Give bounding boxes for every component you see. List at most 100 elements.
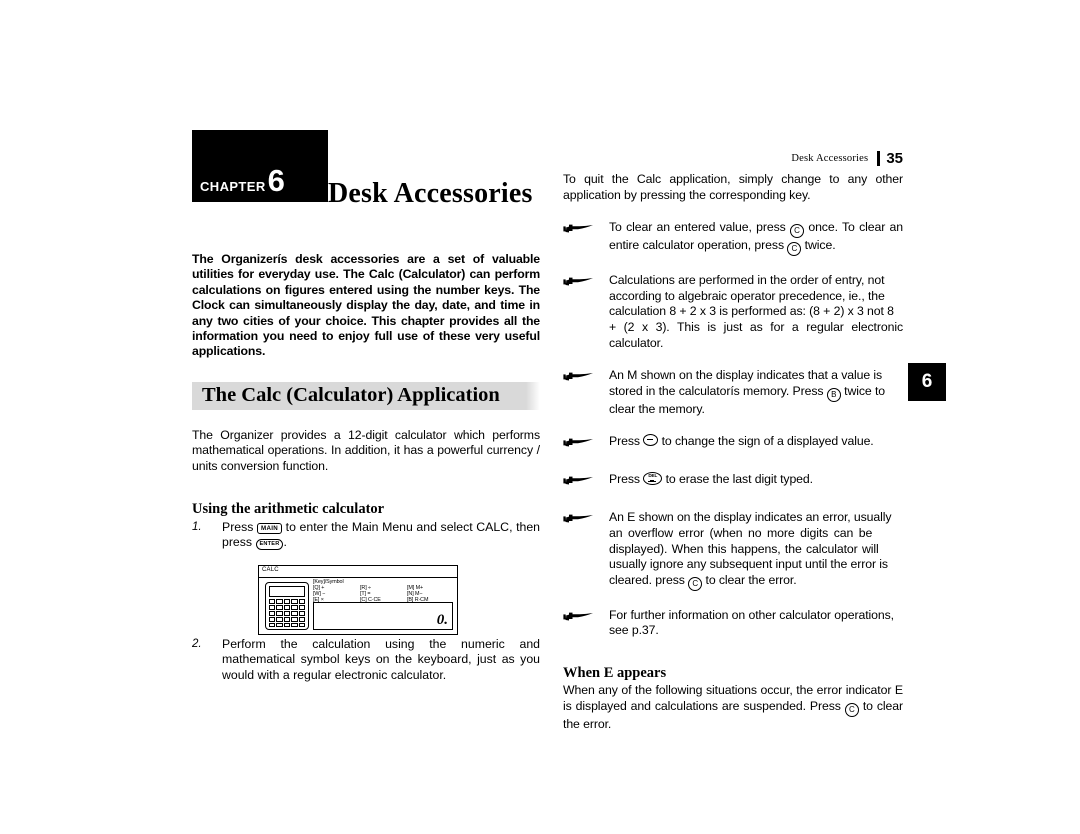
- step-item: 1. Press MAIN to enter the Main Menu and…: [192, 520, 540, 551]
- chapter-thumb-tab: 6: [908, 363, 946, 401]
- illustration-divider: [259, 576, 457, 578]
- step-text: Press MAIN to enter the Main Menu and se…: [222, 520, 540, 551]
- calc-key: [298, 616, 305, 622]
- step-number: 2.: [192, 637, 202, 650]
- calc-key: [291, 605, 298, 610]
- chapter-number: 6: [267, 163, 285, 198]
- bullet6-line: usually ignore any subsequent input unti…: [609, 557, 888, 572]
- calculator-icon: [265, 581, 309, 630]
- page-title: Desk Accessories: [328, 178, 533, 209]
- bullet4-part-b: to change the sign of a displayed value.: [661, 434, 874, 449]
- sub-heading-when-e-appears: When E appears: [563, 664, 667, 681]
- note-bullet: To clear an entered value, press C once.…: [563, 220, 903, 257]
- memory-key-icon: B: [826, 387, 841, 402]
- calculator-icon-keys: [269, 599, 305, 628]
- note-bullet: Calculations are performed in the order …: [563, 273, 903, 351]
- calc-key: [276, 622, 283, 628]
- bullet1-part-a: To clear an entered value, press: [609, 220, 786, 235]
- calc-key: [269, 610, 276, 616]
- delete-key-underline: [648, 481, 657, 483]
- calc-key: [283, 599, 291, 605]
- bullet2-line: according to algebraic operator preceden…: [609, 288, 885, 303]
- calc-key: [298, 622, 305, 628]
- quit-paragraph: To quit the Calc application, simply cha…: [563, 172, 903, 202]
- note-bullet: Press to change the sign of a displayed …: [563, 434, 903, 455]
- step-item: 2. Perform the calculation using the num…: [192, 637, 540, 684]
- calc-key: [291, 599, 298, 605]
- calc-key: [291, 622, 298, 628]
- running-head-rule: [877, 151, 881, 166]
- pointing-hand-icon: [563, 434, 609, 455]
- illustration-key-table: [Key]/Symbol [Q] + [R] ÷ [M] M+ [W] − [T…: [313, 578, 454, 604]
- bullet7-line: For further information on other calcula…: [609, 607, 894, 622]
- running-head-title: Desk Accessories: [791, 153, 869, 164]
- bullet3-line-with-key: stored in the calculatorís memory. Press…: [609, 384, 903, 402]
- pointing-hand-icon: [563, 608, 609, 639]
- calc-key: [276, 599, 283, 605]
- step-number: 1.: [192, 520, 202, 533]
- calc-key: [269, 622, 276, 628]
- calc-key: [283, 610, 291, 616]
- pointing-hand-icon: [563, 368, 609, 417]
- note-bullet: An M shown on the display indicates that…: [563, 368, 903, 417]
- pointing-hand-icon: [563, 510, 609, 590]
- key-table-header: [Key]/Symbol: [313, 578, 344, 585]
- delete-key-icon: DEL: [643, 472, 663, 486]
- calc-key: [283, 605, 291, 610]
- calc-screen-illustration: CALC [Key]/Symbol [Q] + [R] ÷ [M] M+ [W]…: [258, 564, 458, 635]
- calc-key: [298, 605, 305, 610]
- note-bullet-text: An E shown on the display indicates an e…: [609, 510, 903, 591]
- bullet6-line: an overflow error (when no more digits c…: [609, 525, 873, 540]
- bullet1-part-c: entire calculator operation, press: [609, 238, 785, 253]
- bullet1-part-b: once. To clear an: [808, 220, 903, 235]
- bullet2-line: Calculations are performed in the order …: [609, 273, 885, 288]
- illustration-display-value: 0.: [436, 611, 448, 628]
- calc-key: [291, 610, 298, 616]
- calc-key: [276, 605, 283, 610]
- bullet2-line: + (2 x 3). This is just as for a regular…: [609, 319, 903, 350]
- bullet6-part-a: cleared. press: [609, 572, 685, 587]
- chapter-banner: CHAPTER 6: [192, 130, 328, 202]
- note-bullet-text: An M shown on the display indicates that…: [609, 368, 903, 417]
- calc-key: [298, 610, 305, 616]
- bullet5-part-a: Press: [609, 472, 640, 487]
- chapter-banner-inner: CHAPTER 6: [200, 163, 285, 198]
- calc-key: [283, 622, 291, 628]
- key-table-row: [Q] + [R] ÷ [M] M+: [313, 585, 454, 591]
- bullet4-part-a: Press: [609, 434, 640, 449]
- note-bullet-text: Press to change the sign of a displayed …: [609, 434, 903, 455]
- calc-key: [269, 616, 276, 622]
- clear-key-icon: C: [787, 242, 802, 257]
- when-e-paragraph: When any of the following situations occ…: [563, 683, 903, 732]
- running-head: Desk Accessories 35: [563, 150, 903, 167]
- calc-key: [283, 616, 291, 622]
- calc-key: [291, 616, 298, 622]
- bullet1-part-d: twice.: [804, 238, 836, 253]
- calc-key: [276, 610, 283, 616]
- illustration-display-area: 0.: [313, 601, 453, 630]
- section-heading: The Calc (Calculator) Application: [192, 381, 540, 410]
- calculator-icon-display: [269, 585, 305, 597]
- note-bullet: For further information on other calcula…: [563, 608, 903, 639]
- pointing-hand-icon: [563, 273, 609, 351]
- note-bullet-text: Press DEL to erase the last digit typed.: [609, 472, 903, 493]
- key-table-row: [W] − [T] = [N] M−: [313, 591, 454, 597]
- bullet6-part-b: to clear the error.: [705, 572, 797, 587]
- document-page: CHAPTER 6 Desk Accessories The Organizer…: [0, 0, 1080, 834]
- calc-key: [269, 605, 276, 610]
- bullet3-part-b: twice to: [844, 383, 886, 398]
- bullet3-line: clear the memory.: [609, 401, 705, 416]
- section-heading-text: The Calc (Calculator) Application: [202, 383, 500, 406]
- note-bullet-text: To clear an entered value, press C once.…: [609, 220, 903, 257]
- pointing-hand-icon: [563, 472, 609, 493]
- note-bullet-text: For further information on other calcula…: [609, 608, 903, 639]
- clear-key-icon: C: [688, 576, 703, 591]
- step-text: Perform the calculation using the numeri…: [222, 636, 540, 682]
- calc-key: [298, 599, 305, 605]
- sign-change-key-icon: [643, 434, 659, 447]
- note-bullet-text: Calculations are performed in the order …: [609, 273, 903, 351]
- clear-key-icon: C: [790, 224, 805, 239]
- left-column: CHAPTER 6 Desk Accessories The Organizer…: [192, 130, 540, 684]
- calc-key: [269, 599, 276, 605]
- page-number: 35: [886, 150, 903, 167]
